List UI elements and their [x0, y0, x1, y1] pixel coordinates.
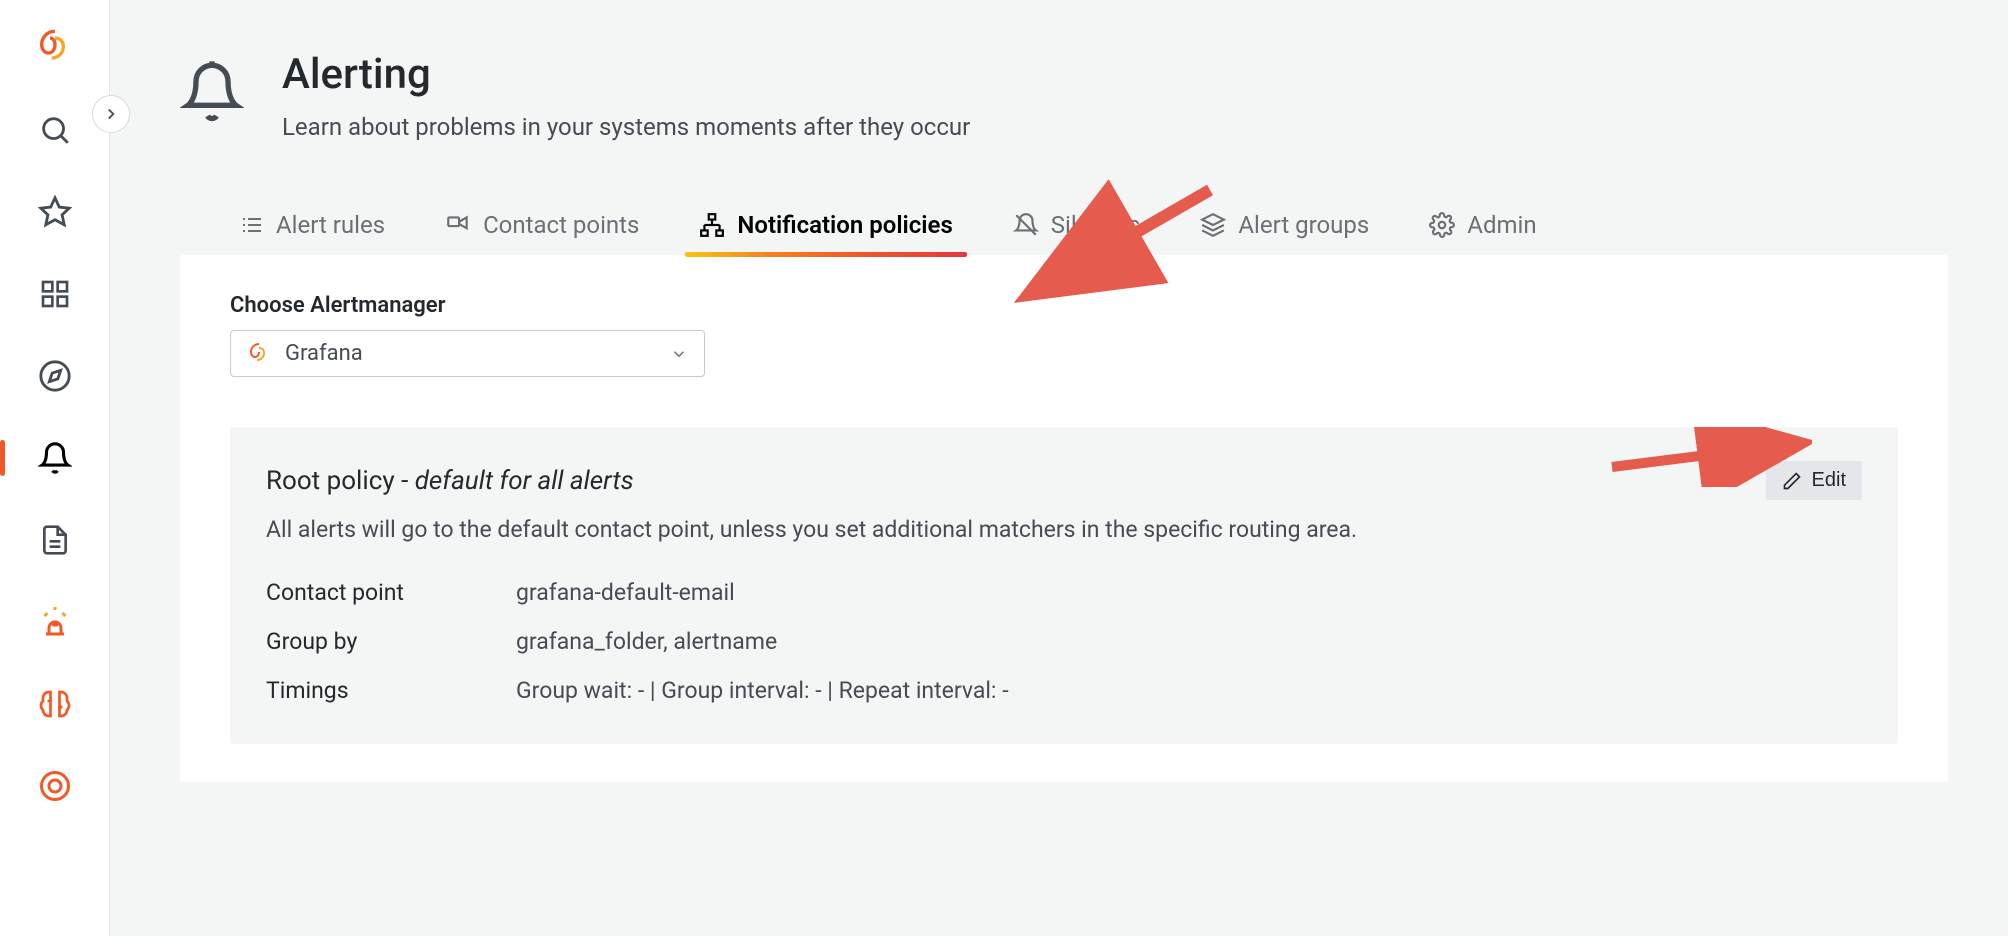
root-policy-description: All alerts will go to the default contac… — [266, 516, 1862, 543]
tab-label: Alert rules — [276, 211, 385, 239]
incident-icon[interactable] — [35, 602, 75, 642]
sidebar — [0, 0, 110, 936]
tab-alert-rules[interactable]: Alert rules — [240, 211, 385, 255]
tab-admin[interactable]: Admin — [1429, 211, 1536, 255]
tab-contact-points[interactable]: Contact points — [445, 211, 639, 255]
expand-sidebar-button[interactable] — [92, 95, 130, 133]
content-card: Choose Alertmanager Grafana Root policy … — [180, 255, 1948, 782]
oncall-icon[interactable] — [35, 766, 75, 806]
tab-label: Contact points — [483, 211, 639, 239]
tab-label: Admin — [1467, 211, 1536, 239]
document-icon[interactable] — [35, 520, 75, 560]
tab-label: Silences — [1051, 211, 1141, 239]
tab-label: Alert groups — [1238, 211, 1369, 239]
page-header: Alerting Learn about problems in your sy… — [180, 50, 1948, 141]
grafana-logo-icon[interactable] — [35, 28, 75, 68]
page-title: Alerting — [282, 50, 970, 99]
explore-icon[interactable] — [35, 356, 75, 396]
dashboards-icon[interactable] — [35, 274, 75, 314]
root-policy-title: Root policy - default for all alerts — [266, 466, 634, 496]
search-icon[interactable] — [35, 110, 75, 150]
contact-point-value: grafana-default-email — [516, 579, 1862, 606]
contact-point-label: Contact point — [266, 579, 516, 606]
star-icon[interactable] — [35, 192, 75, 232]
group-by-label: Group by — [266, 628, 516, 655]
ml-icon[interactable] — [35, 684, 75, 724]
alertmanager-select[interactable]: Grafana — [230, 330, 705, 377]
tab-notification-policies[interactable]: Notification policies — [699, 211, 952, 255]
tab-alert-groups[interactable]: Alert groups — [1200, 211, 1369, 255]
grafana-mini-icon — [247, 342, 271, 366]
timings-label: Timings — [266, 677, 516, 704]
group-by-value: grafana_folder, alertname — [516, 628, 1862, 655]
chevron-down-icon — [670, 345, 688, 363]
pencil-icon — [1782, 471, 1802, 491]
page-subtitle: Learn about problems in your systems mom… — [282, 113, 970, 141]
root-policy-panel: Root policy - default for all alerts Edi… — [230, 427, 1898, 744]
root-policy-title-prefix: Root policy - — [266, 466, 415, 496]
root-policy-title-italic: default for all alerts — [415, 466, 634, 496]
main-content: Alerting Learn about problems in your sy… — [110, 0, 2008, 936]
alertmanager-selected-value: Grafana — [285, 341, 656, 366]
tab-silences[interactable]: Silences — [1013, 211, 1141, 255]
tabs: Alert rules Contact points Notification … — [180, 211, 1948, 255]
choose-alertmanager-label: Choose Alertmanager — [230, 293, 1898, 318]
edit-button[interactable]: Edit — [1766, 461, 1862, 500]
policy-details: Contact point grafana-default-email Grou… — [266, 579, 1862, 704]
tab-label: Notification policies — [737, 211, 952, 239]
bell-icon — [180, 60, 244, 124]
edit-button-label: Edit — [1812, 469, 1846, 492]
alerting-icon[interactable] — [35, 438, 75, 478]
timings-value: Group wait: - | Group interval: - | Repe… — [516, 677, 1862, 704]
